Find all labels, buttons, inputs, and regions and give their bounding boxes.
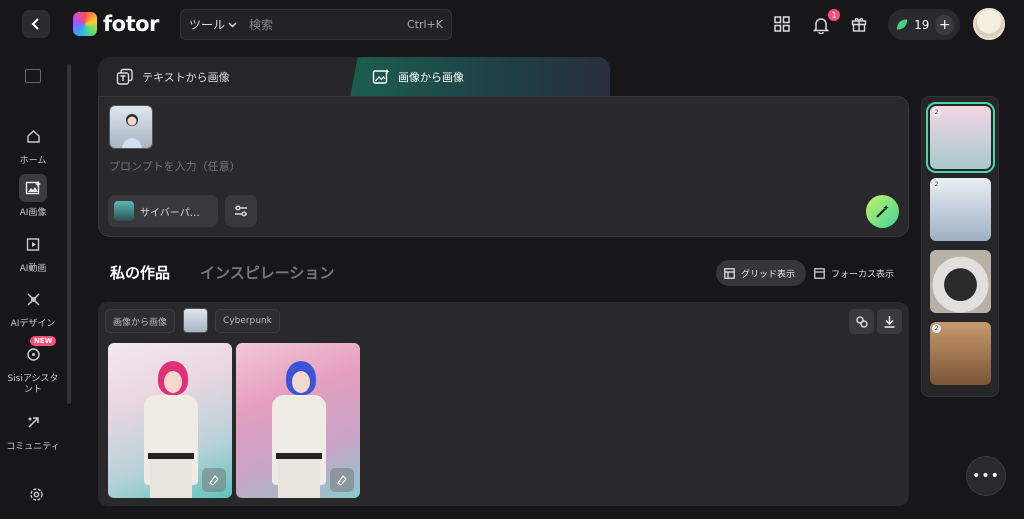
sidebar-item-ai-image[interactable]: AI画像 [0, 174, 66, 219]
home-icon [19, 122, 47, 150]
ai-image-icon [19, 174, 47, 202]
style-tag: Cyberpunk [215, 309, 280, 333]
image-to-image-icon [372, 69, 390, 84]
mode-tag: 画像から画像 [105, 309, 176, 333]
style-thumbnail [114, 201, 134, 221]
settings-button[interactable] [26, 484, 46, 504]
search-bar[interactable]: ツール 検索 Ctrl+K [180, 9, 452, 40]
plus-icon: + [938, 16, 951, 33]
notification-count-badge: 1 [828, 9, 840, 21]
community-icon [19, 408, 47, 436]
prompt-input[interactable]: プロンプトを入力（任意） [109, 158, 241, 174]
eraser-icon [337, 475, 347, 486]
generation-settings-button[interactable] [225, 195, 257, 227]
apps-grid-button[interactable] [769, 11, 795, 37]
generated-image-subject [136, 361, 202, 498]
download-icon [884, 316, 895, 328]
sidebar-item-label: AIデザイン [10, 319, 56, 329]
tab-label: 画像から画像 [398, 71, 464, 84]
leaf-icon [896, 19, 908, 30]
generated-image[interactable] [108, 343, 232, 498]
bell-icon [813, 17, 829, 34]
sidebar-scrollbar[interactable] [67, 64, 71, 404]
more-dots-icon: ••• [972, 468, 1000, 484]
chevron-left-icon [31, 18, 39, 30]
history-item[interactable]: 2 [930, 322, 991, 385]
reference-image-thumbnail[interactable] [109, 105, 153, 149]
sidebar-toggle-icon[interactable] [25, 69, 41, 83]
image-action-button[interactable] [202, 468, 226, 492]
focus-view-toggle[interactable]: フォーカス表示 [814, 260, 894, 286]
sliders-icon [235, 205, 247, 217]
more-options-button[interactable]: ••• [966, 456, 1006, 496]
new-badge: NEW [30, 336, 57, 346]
sidebar-item-label: AI動画 [19, 264, 47, 274]
sidebar-item-home[interactable]: ホーム [0, 122, 66, 167]
add-credits-button[interactable]: + [935, 14, 954, 35]
sidebar-item-ai-video[interactable]: AI動画 [0, 230, 66, 275]
style-selector[interactable]: サイバーパ… [108, 195, 218, 227]
reuse-prompt-button[interactable] [849, 309, 874, 334]
focus-view-label: フォーカス表示 [831, 269, 895, 280]
history-count: 2 [932, 324, 941, 333]
sidebar-item-label: AI画像 [19, 208, 47, 218]
magic-wand-icon [876, 205, 889, 218]
sidebar-item-label: ホーム [19, 156, 47, 166]
back-button[interactable] [22, 10, 50, 38]
ai-video-icon [19, 230, 47, 258]
inspiration-heading[interactable]: インスピレーション [200, 262, 334, 283]
history-item[interactable]: 2 [926, 102, 995, 173]
tool-dropdown[interactable]: ツール [189, 16, 237, 33]
gift-button[interactable] [846, 11, 872, 37]
focus-view-icon [814, 267, 825, 279]
grid-view-icon [724, 267, 735, 279]
download-button[interactable] [877, 309, 902, 334]
sidebar-item-label: Sisiアシスタント [7, 374, 59, 395]
history-item[interactable] [930, 250, 991, 313]
apps-grid-icon [774, 16, 790, 32]
tab-text-to-image[interactable]: テキストから画像 [98, 57, 360, 97]
generated-image[interactable] [236, 343, 360, 498]
history-count: 2 [932, 180, 941, 189]
generate-button[interactable] [866, 195, 899, 228]
tool-dropdown-label: ツール [189, 18, 226, 32]
sidebar-item-community[interactable]: コミュニティ [0, 408, 66, 453]
source-image-thumbnail[interactable] [183, 308, 208, 333]
brand-name: fotor [103, 12, 159, 36]
gear-icon [29, 487, 43, 501]
credits-count: 19 [914, 17, 930, 32]
tab-image-to-image[interactable]: 画像から画像 [350, 57, 610, 97]
sidebar-item-ai-design[interactable]: AIデザイン [0, 285, 66, 330]
image-action-button[interactable] [330, 468, 354, 492]
sidebar-item-sisi-assistant[interactable]: Sisiアシスタント [0, 340, 66, 396]
text-to-image-icon [116, 68, 133, 85]
user-avatar[interactable] [973, 8, 1005, 40]
grid-view-label: グリッド表示 [741, 269, 796, 280]
tab-label: テキストから画像 [142, 71, 230, 84]
generated-image-subject [264, 361, 330, 498]
reuse-icon [855, 315, 868, 328]
history-item[interactable]: 2 [930, 178, 991, 241]
chevron-down-icon [228, 22, 237, 28]
sidebar-item-label: コミュニティ [6, 442, 60, 452]
credits-pill[interactable]: 19 + [888, 9, 960, 40]
gift-icon [851, 18, 867, 32]
style-label: サイバーパ… [140, 207, 200, 219]
my-works-heading[interactable]: 私の作品 [110, 262, 170, 283]
grid-view-toggle[interactable]: グリッド表示 [716, 260, 806, 286]
history-count: 2 [932, 108, 941, 117]
ai-design-icon [19, 285, 47, 313]
fotor-logo-icon [73, 12, 97, 36]
eraser-icon [209, 475, 219, 486]
fotor-logo[interactable]: fotor [73, 12, 159, 36]
search-shortcut: Ctrl+K [406, 18, 443, 31]
search-input[interactable]: 検索 [249, 16, 407, 33]
reference-image [122, 114, 142, 148]
